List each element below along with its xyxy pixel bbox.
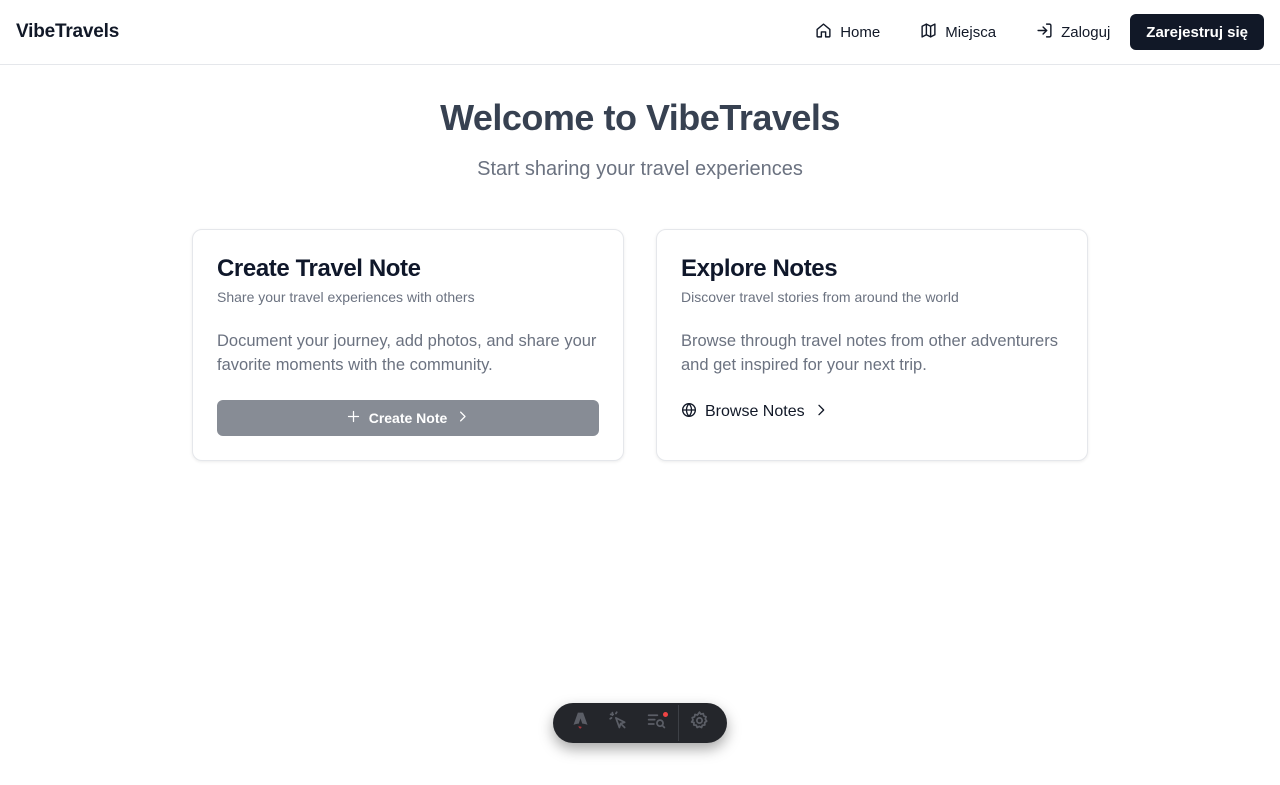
- register-button[interactable]: Zarejestruj się: [1130, 14, 1264, 50]
- plus-icon: [346, 409, 361, 427]
- page-subtitle: Start sharing your travel experiences: [477, 158, 803, 180]
- brand-logo[interactable]: VibeTravels: [16, 21, 119, 43]
- create-note-button[interactable]: Create Note: [217, 400, 599, 436]
- hero: Welcome to VibeTravels Start sharing you…: [0, 96, 1280, 182]
- card-subtitle: Discover travel stories from around the …: [681, 289, 959, 305]
- page-title: Welcome to VibeTravels: [440, 97, 840, 138]
- card-subtitle: Share your travel experiences with other…: [217, 289, 475, 305]
- settings-button[interactable]: [681, 703, 719, 743]
- astro-menu-button[interactable]: [561, 703, 599, 743]
- nav-menu: Home Miejsca Zaloguj Zarejestruj się: [795, 14, 1264, 50]
- toolbar-divider: [677, 705, 679, 741]
- chevron-right-icon: [455, 409, 470, 427]
- map-icon: [920, 22, 937, 43]
- card-description: Browse through travel notes from other a…: [681, 332, 1058, 374]
- audit-button[interactable]: [638, 703, 676, 743]
- chevron-right-icon: [813, 402, 829, 423]
- home-icon: [815, 22, 832, 43]
- nav-link-home[interactable]: Home: [795, 14, 900, 50]
- astro-logo-icon: [570, 710, 591, 736]
- browse-notes-link[interactable]: Browse Notes: [681, 400, 829, 424]
- notification-dot: [662, 712, 668, 717]
- nav-link-miejsca-label: Miejsca: [945, 23, 997, 41]
- login-icon: [1036, 22, 1053, 43]
- inspect-button[interactable]: [599, 703, 637, 743]
- create-note-label: Create Note: [368, 410, 448, 426]
- create-note-card: Create Travel Note Share your travel exp…: [192, 229, 624, 461]
- inspect-cursor-icon: [608, 710, 629, 736]
- nav-link-login[interactable]: Zaloguj: [1016, 14, 1130, 50]
- settings-gear-icon: [689, 710, 710, 736]
- card-description: Document your journey, add photos, and s…: [217, 332, 597, 374]
- nav-link-login-label: Zaloguj: [1061, 23, 1111, 41]
- nav-link-miejsca[interactable]: Miejsca: [900, 14, 1016, 50]
- card-title: Create Travel Note: [217, 255, 421, 282]
- dev-toolbar: [553, 703, 727, 743]
- browse-notes-label: Browse Notes: [705, 403, 805, 420]
- globe-icon: [681, 402, 697, 423]
- explore-notes-card: Explore Notes Discover travel stories fr…: [656, 229, 1088, 461]
- card-title: Explore Notes: [681, 255, 838, 282]
- navbar: VibeTravels Home Miejsca Zaloguj Zarejes…: [0, 0, 1280, 65]
- nav-link-home-label: Home: [840, 23, 881, 41]
